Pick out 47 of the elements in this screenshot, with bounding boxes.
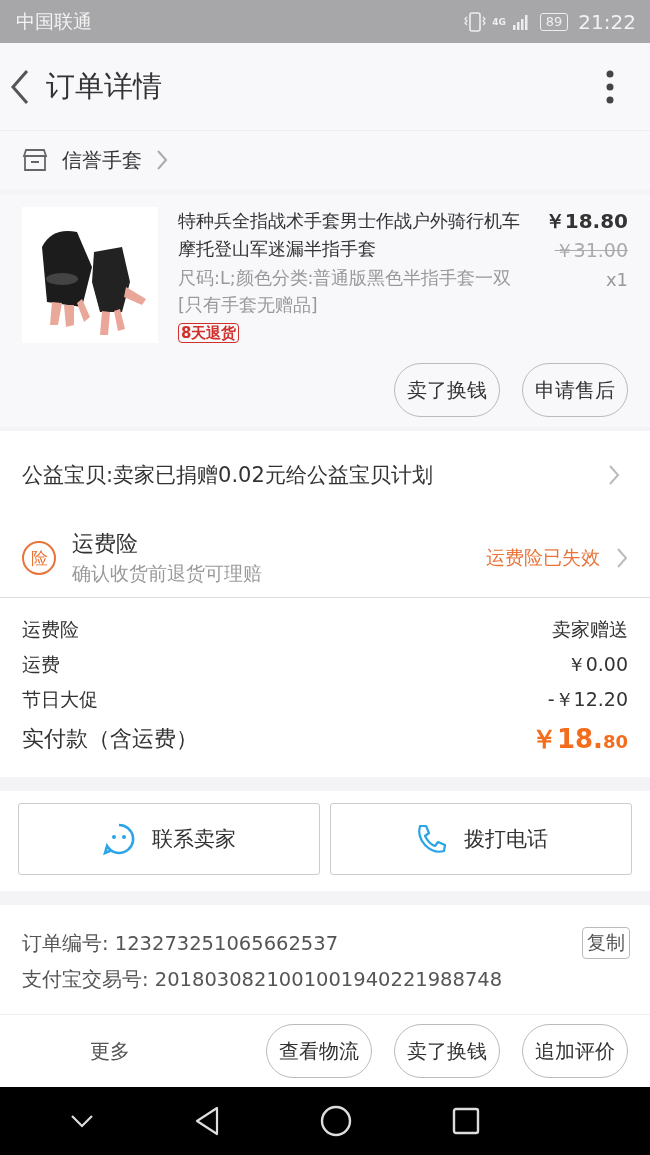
original-price: ￥31.00	[554, 238, 628, 263]
square-icon[interactable]	[452, 1107, 480, 1135]
order-info-text: 支付宝交易号: 2018030821001001940221988748	[22, 966, 503, 993]
shop-name: 信誉手套	[62, 146, 142, 174]
chat-face-icon	[102, 822, 136, 856]
back-icon[interactable]	[10, 68, 30, 105]
carrier-name: 中国联通	[16, 8, 92, 34]
store-icon	[22, 148, 48, 172]
charge-label: 节日大促	[22, 686, 98, 712]
chevron-right-icon	[608, 464, 620, 486]
product-spec: 尺码:L;颜色分类:普通版黑色半指手套一双[只有手套无赠品]	[178, 267, 513, 317]
charity-row[interactable]: 公益宝贝:卖家已捐赠0.02元给公益宝贝计划	[0, 431, 650, 519]
signal-icon	[511, 12, 530, 31]
more-link[interactable]: 更多	[90, 1037, 130, 1065]
chevron-right-icon	[616, 547, 628, 569]
insurance-subtitle: 确认收货前退货可理赔	[72, 561, 263, 586]
insurance-status: 运费险已失效	[486, 545, 600, 570]
charge-value: ￥0.00	[566, 651, 628, 677]
clock-time: 21:22	[578, 9, 636, 34]
insurance-row[interactable]: 险 运费险 确认收货前退货可理赔 运费险已失效	[0, 519, 650, 598]
product-price: ￥18.80	[544, 208, 628, 235]
contact-button[interactable]: 拨打电话	[330, 803, 632, 875]
back-triangle-icon[interactable]	[194, 1106, 220, 1136]
charge-value: -￥12.20	[547, 686, 628, 712]
charge-label: 运费	[22, 651, 60, 677]
charity-text: 公益宝贝:卖家已捐赠0.02元给公益宝贝计划	[22, 462, 433, 489]
more-options-icon[interactable]	[606, 69, 614, 104]
return-policy-tag: 8天退货	[178, 323, 240, 343]
vibrate-icon	[464, 11, 487, 32]
insurance-title: 运费险	[72, 530, 139, 558]
copy-button[interactable]: 复制	[582, 927, 630, 959]
contact-button[interactable]: 联系卖家	[18, 803, 320, 875]
charge-label: 实付款（含运费）	[22, 725, 198, 753]
charge-value: 卖家赠送	[552, 616, 628, 642]
total-amount: ￥18.80	[530, 722, 628, 756]
chevron-right-icon	[156, 149, 168, 171]
page-title: 订单详情	[46, 67, 163, 105]
product-title[interactable]: 特种兵全指战术手套男士作战户外骑行机车摩托登山军迷漏半指手套	[178, 207, 524, 263]
shop-row[interactable]: 信誉手套	[0, 130, 650, 189]
order-info-text: 订单编号: 123273251065662537	[22, 930, 339, 957]
battery-indicator: 89	[539, 12, 569, 31]
insurance-badge: 险	[22, 541, 56, 575]
network-label: 4G	[492, 16, 506, 27]
quantity: x1	[605, 268, 628, 292]
home-circle-icon[interactable]	[320, 1105, 352, 1137]
charge-label: 运费险	[22, 616, 79, 642]
chevron-down-icon[interactable]	[70, 1114, 94, 1128]
